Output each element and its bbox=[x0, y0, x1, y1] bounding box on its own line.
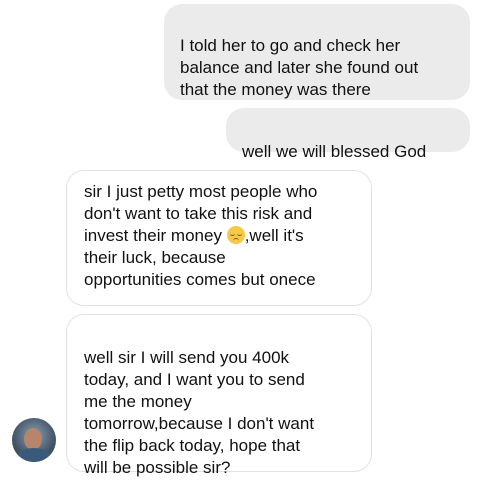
received-message-bubble[interactable]: well sir I will send you 400k today, and… bbox=[66, 314, 372, 477]
message-text: I told her to go and check her balance a… bbox=[180, 36, 419, 99]
message-text: well we will blessed God bbox=[242, 142, 427, 161]
sent-message-bubble[interactable]: well we will blessed God bbox=[226, 108, 470, 161]
contact-avatar[interactable] bbox=[12, 418, 56, 462]
message-text: well sir I will send you 400k today, and… bbox=[84, 348, 315, 477]
sent-message-bubble[interactable]: I told her to go and check her balance a… bbox=[164, 4, 470, 100]
avatar-shirt bbox=[16, 448, 52, 462]
received-message-bubble[interactable]: sir I just petty most people who don't w… bbox=[66, 170, 372, 306]
avatar-face bbox=[24, 428, 42, 450]
pensive-face-icon bbox=[226, 226, 245, 244]
